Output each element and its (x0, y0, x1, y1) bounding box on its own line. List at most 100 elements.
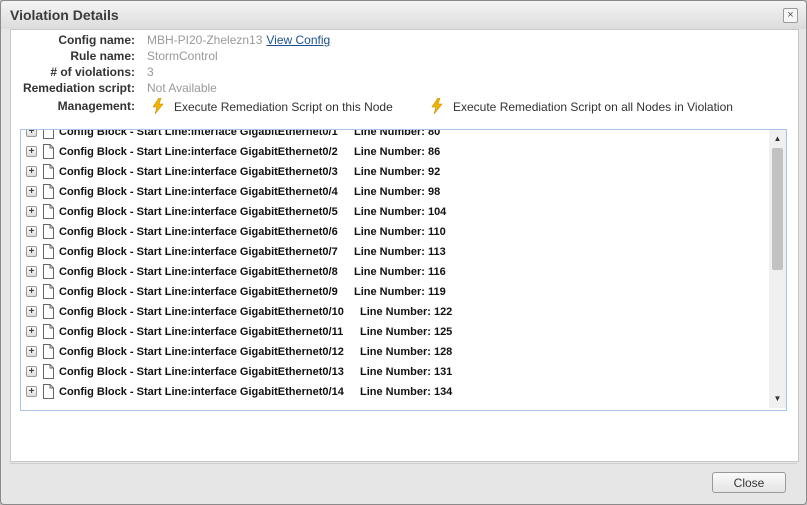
config-block-row[interactable]: + Config Block - Start Line:interface Gig… (21, 202, 759, 222)
violation-details-dialog: Violation Details × Config name: MBH-PI2… (0, 0, 807, 505)
config-block-label: Config Block - Start Line:interface Giga… (59, 266, 338, 278)
execute-on-node-label: Execute Remediation Script on this Node (174, 100, 393, 114)
line-number-label: Line Number: 131 (360, 366, 453, 378)
plus-expand-icon[interactable]: + (26, 186, 37, 197)
config-block-label: Config Block - Start Line:interface Giga… (59, 366, 344, 378)
tree-viewport: + Config Block - Start Line:interface Gig… (21, 130, 759, 406)
document-icon (43, 384, 54, 399)
config-name-value: MBH-PI20-Zhelezn13 View Config (147, 32, 330, 48)
line-number-label: Line Number: 122 (360, 306, 453, 318)
close-button[interactable]: Close (712, 472, 786, 493)
config-block-row[interactable]: + Config Block - Start Line:interface Gig… (21, 262, 759, 282)
config-name-label: Config name: (58, 33, 135, 47)
config-block-label: Config Block - Start Line:interface Giga… (59, 306, 344, 318)
plus-expand-icon[interactable]: + (26, 206, 37, 217)
execute-on-node-action[interactable]: Execute Remediation Script on this Node (150, 98, 393, 115)
remediation-label: Remediation script: (22, 81, 135, 95)
config-block-label: Config Block - Start Line:interface Giga… (59, 166, 338, 178)
scroll-down-icon[interactable]: ▼ (769, 392, 786, 406)
document-icon (43, 264, 54, 279)
dialog-content: Config name: MBH-PI20-Zhelezn13 View Conf… (10, 29, 799, 462)
execute-on-all-nodes-label: Execute Remediation Script on all Nodes … (453, 100, 733, 114)
line-number-label: Line Number: 86 (354, 146, 441, 158)
plus-expand-icon[interactable]: + (26, 130, 37, 137)
view-config-link[interactable]: View Config (266, 33, 330, 47)
config-block-row[interactable]: + Config Block - Start Line:interface Gig… (21, 222, 759, 242)
line-number-label: Line Number: 92 (354, 166, 441, 178)
config-block-tree[interactable]: + Config Block - Start Line:interface Gig… (20, 129, 787, 411)
rule-name-value: StormControl (147, 49, 218, 63)
config-block-row[interactable]: + Config Block - Start Line:interface Gig… (21, 130, 759, 142)
config-block-row[interactable]: + Config Block - Start Line:interface Gig… (21, 382, 759, 402)
document-icon (43, 304, 54, 319)
plus-expand-icon[interactable]: + (26, 346, 37, 357)
document-icon (43, 144, 54, 159)
document-icon (43, 284, 54, 299)
close-icon[interactable]: × (783, 8, 798, 23)
config-block-row[interactable]: + Config Block - Start Line:interface Gig… (21, 142, 759, 162)
line-number-label: Line Number: 98 (354, 186, 441, 198)
document-icon (43, 130, 54, 139)
config-block-label: Config Block - Start Line:interface Giga… (59, 386, 344, 398)
document-icon (43, 224, 54, 239)
line-number-label: Line Number: 110 (354, 226, 446, 238)
line-number-label: Line Number: 125 (360, 326, 453, 338)
line-number-label: Line Number: 134 (360, 386, 453, 398)
document-icon (43, 204, 54, 219)
config-block-row[interactable]: + Config Block - Start Line:interface Gig… (21, 182, 759, 202)
config-block-label: Config Block - Start Line:interface Giga… (59, 130, 338, 138)
config-block-row[interactable]: + Config Block - Start Line:interface Gig… (21, 162, 759, 182)
config-block-row[interactable]: + Config Block - Start Line:interface Gig… (21, 282, 759, 302)
management-row: Management: Execute Remediation Script o… (11, 98, 798, 114)
config-block-row[interactable]: + Config Block - Start Line:interface Gig… (21, 322, 759, 342)
lightning-bolt-icon (431, 98, 443, 114)
violations-value: 3 (147, 65, 154, 79)
plus-expand-icon[interactable]: + (26, 326, 37, 337)
dialog-title: Violation Details (10, 7, 119, 23)
line-number-label: Line Number: 119 (354, 286, 446, 298)
dialog-titlebar[interactable]: Violation Details × (1, 1, 806, 29)
line-number-label: Line Number: 80 (354, 130, 441, 138)
document-icon (43, 184, 54, 199)
execute-on-all-nodes-action[interactable]: Execute Remediation Script on all Nodes … (429, 98, 733, 115)
config-block-label: Config Block - Start Line:interface Giga… (59, 206, 338, 218)
document-icon (43, 344, 54, 359)
line-number-label: Line Number: 104 (354, 206, 447, 218)
plus-expand-icon[interactable]: + (26, 266, 37, 277)
document-icon (43, 324, 54, 339)
rule-name-label: Rule name: (70, 49, 135, 63)
remediation-value: Not Available (147, 81, 217, 95)
plus-expand-icon[interactable]: + (26, 146, 37, 157)
plus-expand-icon[interactable]: + (26, 366, 37, 377)
config-block-label: Config Block - Start Line:interface Giga… (59, 246, 338, 258)
document-icon (43, 244, 54, 259)
config-block-row[interactable]: + Config Block - Start Line:interface Gig… (21, 302, 759, 322)
plus-expand-icon[interactable]: + (26, 226, 37, 237)
tree-scrollbar[interactable]: ▲ ▼ (769, 130, 786, 408)
plus-expand-icon[interactable]: + (26, 306, 37, 317)
config-block-label: Config Block - Start Line:interface Giga… (59, 146, 338, 158)
config-name-text: MBH-PI20-Zhelezn13 (147, 33, 263, 47)
violations-label: # of violations: (50, 65, 135, 79)
config-block-label: Config Block - Start Line:interface Giga… (59, 326, 344, 338)
config-block-label: Config Block - Start Line:interface Giga… (59, 186, 338, 198)
config-block-row[interactable]: + Config Block - Start Line:interface Gig… (21, 362, 759, 382)
plus-expand-icon[interactable]: + (26, 286, 37, 297)
plus-expand-icon[interactable]: + (26, 166, 37, 177)
document-icon (43, 164, 54, 179)
line-number-label: Line Number: 116 (354, 266, 446, 278)
line-number-label: Line Number: 128 (360, 346, 453, 358)
config-block-row[interactable]: + Config Block - Start Line:interface Gig… (21, 342, 759, 362)
scrollbar-thumb[interactable] (772, 148, 783, 270)
config-block-list: + Config Block - Start Line:interface Gig… (21, 130, 759, 402)
scroll-up-icon[interactable]: ▲ (769, 132, 786, 146)
plus-expand-icon[interactable]: + (26, 246, 37, 257)
lightning-bolt-icon (152, 98, 164, 114)
config-block-row[interactable]: + Config Block - Start Line:interface Gig… (21, 242, 759, 262)
plus-expand-icon[interactable]: + (26, 386, 37, 397)
config-block-label: Config Block - Start Line:interface Giga… (59, 346, 344, 358)
config-block-label: Config Block - Start Line:interface Giga… (59, 226, 338, 238)
document-icon (43, 364, 54, 379)
config-block-label: Config Block - Start Line:interface Giga… (59, 286, 338, 298)
footer-divider (10, 463, 797, 464)
